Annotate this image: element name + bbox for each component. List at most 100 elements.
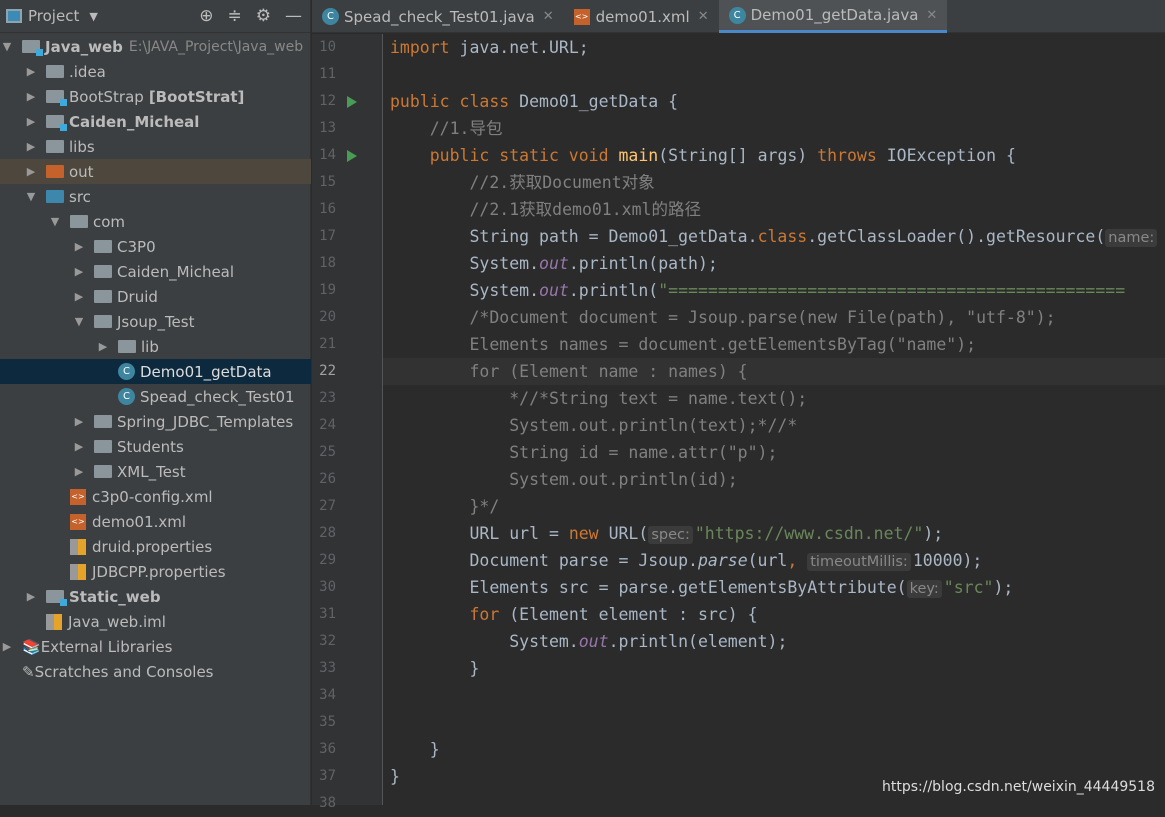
code-line: import java.net.URL; [383, 34, 1165, 61]
expand-right-icon[interactable]: ▶ [24, 90, 38, 103]
tree-item[interactable]: ▶ C3P0 [0, 234, 311, 259]
close-icon[interactable]: ✕ [926, 8, 937, 23]
line-number: 10 [319, 39, 336, 55]
code-token: System.out.println(id); [390, 470, 738, 489]
code-line: for (Element name : names) { [383, 358, 1165, 385]
expand-right-icon[interactable]: ▶ [24, 165, 38, 178]
code-editor[interactable]: import java.net.URL; public class Demo01_… [383, 34, 1165, 805]
tree-item[interactable]: ▼ src [0, 184, 311, 209]
expand-right-icon[interactable]: ▶ [72, 265, 86, 278]
code-token: "https://www.csdn.net/" [694, 524, 924, 543]
tree-item[interactable]: <> demo01.xml [0, 509, 311, 534]
line-number: 21 [319, 336, 336, 352]
tree-item[interactable]: ▶ .idea [0, 59, 311, 84]
code-token: } [390, 740, 440, 759]
expand-down-icon[interactable]: ▼ [24, 190, 38, 203]
run-icon[interactable] [347, 150, 357, 162]
iml-file-icon [46, 613, 62, 630]
project-view-selector[interactable]: Project [28, 7, 79, 25]
line-number: 31 [319, 606, 336, 622]
tree-item[interactable]: Java_web.iml [0, 609, 311, 634]
code-line: String path = Demo01_getData.class.getCl… [383, 223, 1165, 250]
tree-item[interactable]: ▶ Druid [0, 284, 311, 309]
package-icon [94, 265, 112, 278]
tree-item[interactable]: ▶ Static_web [0, 584, 311, 609]
chevron-down-icon[interactable]: ▼ [89, 10, 97, 23]
expand-right-icon[interactable]: ▶ [72, 440, 86, 453]
code-token: ); [923, 524, 944, 543]
tree-item[interactable]: C Demo01_getData [0, 359, 311, 384]
close-icon[interactable]: ✕ [543, 9, 554, 24]
tree-item-label: Students [117, 437, 184, 456]
code-line: System.out.println(element); [383, 628, 1165, 655]
tree-item-label: Druid [117, 287, 158, 306]
tab-label: demo01.xml [595, 7, 690, 26]
expand-right-icon[interactable]: ▶ [24, 590, 38, 603]
code-line: }*/ [383, 493, 1165, 520]
expand-down-icon[interactable]: ▼ [72, 315, 86, 328]
gear-icon[interactable]: ⚙ [256, 6, 271, 26]
line-number: 18 [319, 255, 336, 271]
tree-item[interactable]: druid.properties [0, 534, 311, 559]
code-line: //2.1获取demo01.xml的路径 [383, 196, 1165, 223]
expand-down-icon[interactable]: ▼ [0, 40, 14, 53]
expand-right-icon[interactable]: ▶ [24, 65, 38, 78]
expand-right-icon[interactable]: ▶ [72, 465, 86, 478]
code-token: System.out.println(text);*//* [390, 416, 798, 435]
code-token: System. [390, 281, 540, 300]
tree-item[interactable]: ▶ 📚 External Libraries [0, 634, 311, 659]
run-icon[interactable] [347, 96, 357, 108]
line-number: 28 [319, 525, 336, 541]
code-token: out [539, 281, 569, 300]
code-token: //2.1获取demo01.xml的路径 [390, 200, 701, 219]
expand-right-icon[interactable]: ▶ [72, 240, 86, 253]
tree-item[interactable]: ▼ com [0, 209, 311, 234]
code-token: , [787, 551, 808, 570]
code-line: Elements src = parse.getElementsByAttrib… [383, 574, 1165, 601]
tree-item[interactable]: ▼ Jsoup_Test [0, 309, 311, 334]
code-token: URL( [608, 524, 649, 543]
tree-item[interactable]: ▶ libs [0, 134, 311, 159]
tab-spead-check-test01-java[interactable]: C Spead_check_Test01.java ✕ [312, 0, 564, 33]
tree-item[interactable]: ▼ Java_web E:\JAVA_Project\Java_web [0, 34, 311, 59]
tree-item[interactable]: ▶ BootStrap [BootStrat] [0, 84, 311, 109]
tree-item[interactable]: ✎ Scratches and Consoles [0, 659, 311, 684]
editor-gutter: 10 11 12 13 14 15 16 17 18 19 20 21 22 23 24 25 26 27 28 29… [312, 34, 383, 811]
collapse-icon[interactable]: ≑ [228, 6, 242, 26]
code-token: parse [697, 551, 748, 570]
tab-label: Demo01_getData.java [750, 6, 919, 24]
minimize-icon[interactable]: — [285, 6, 302, 26]
tree-item[interactable]: ▶ Caiden_Micheal [0, 259, 311, 284]
tree-item[interactable]: JDBCPP.properties [0, 559, 311, 584]
tree-item[interactable]: ▶ Spring_JDBC_Templates [0, 409, 311, 434]
line-number: 27 [319, 498, 336, 514]
expand-right-icon[interactable]: ▶ [72, 415, 86, 428]
locate-icon[interactable]: ⊕ [199, 6, 213, 26]
tree-item-label: lib [141, 337, 159, 356]
expand-right-icon[interactable]: ▶ [96, 340, 110, 353]
tree-item[interactable]: ▶ lib [0, 334, 311, 359]
tree-item[interactable]: ▶ Caiden_Micheal [0, 109, 311, 134]
code-token: String path = Demo01_getData. [390, 227, 758, 246]
code-token: for (Element name : names) { [390, 362, 748, 381]
tree-item-label: Static_web [69, 587, 161, 606]
code-token: Demo01_getData { [519, 92, 679, 111]
line-number: 29 [319, 552, 336, 568]
line-number: 26 [319, 471, 336, 487]
class-icon: C [118, 363, 135, 380]
tree-item[interactable]: C Spead_check_Test01 [0, 384, 311, 409]
tree-item[interactable]: <> c3p0-config.xml [0, 484, 311, 509]
expand-right-icon[interactable]: ▶ [24, 140, 38, 153]
tree-item-label: libs [69, 137, 95, 156]
tab-demo01-xml[interactable]: <> demo01.xml ✕ [564, 0, 719, 33]
expand-right-icon[interactable]: ▶ [72, 290, 86, 303]
tab-demo01-getdata-java[interactable]: C Demo01_getData.java ✕ [718, 0, 948, 33]
tree-item[interactable]: ▶ XML_Test [0, 459, 311, 484]
close-icon[interactable]: ✕ [698, 9, 709, 24]
tree-item[interactable]: ▶ out [0, 159, 311, 184]
class-icon: C [118, 388, 135, 405]
expand-right-icon[interactable]: ▶ [24, 115, 38, 128]
expand-down-icon[interactable]: ▼ [48, 215, 62, 228]
expand-right-icon[interactable]: ▶ [0, 640, 14, 653]
tree-item[interactable]: ▶ Students [0, 434, 311, 459]
